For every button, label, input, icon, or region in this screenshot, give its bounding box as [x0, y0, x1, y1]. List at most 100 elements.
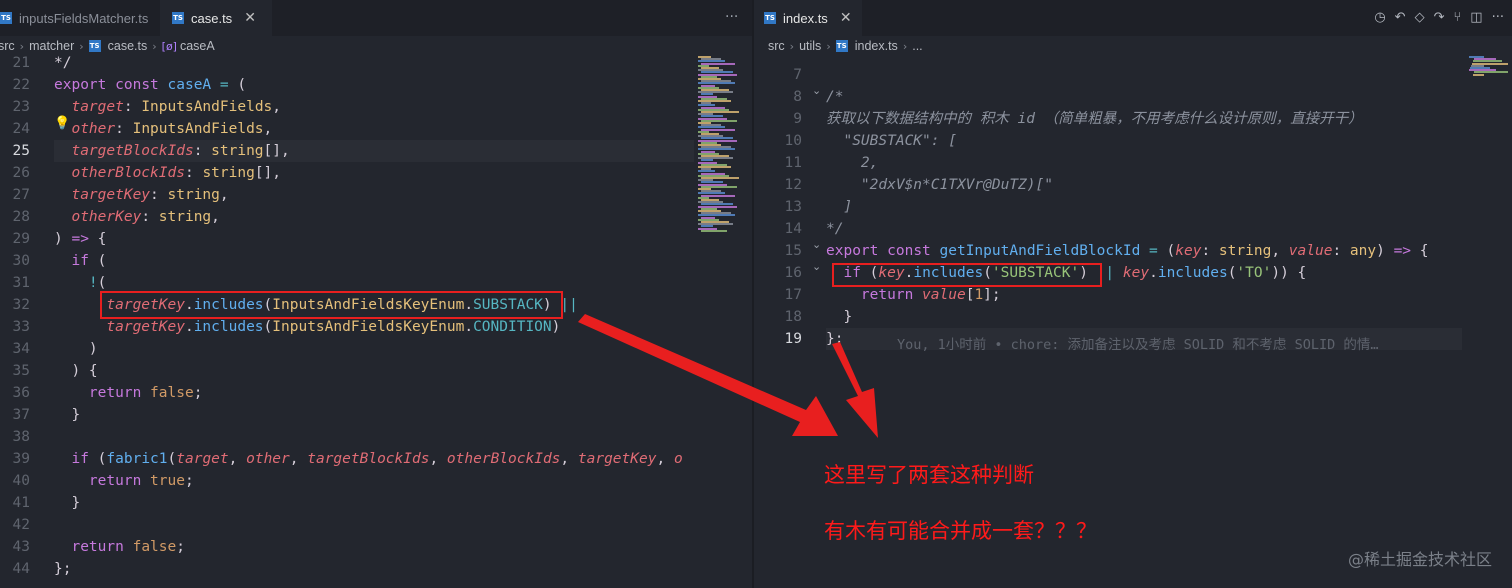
code-line[interactable]: 44}; [0, 558, 752, 580]
line-number: 17 [784, 287, 802, 303]
line-number: 14 [784, 221, 802, 237]
code-line[interactable]: 34 ) [0, 338, 752, 360]
go-back-icon[interactable]: ↶ [1395, 10, 1406, 25]
code-line[interactable]: 10 "SUBSTACK": [ [754, 130, 1512, 152]
breadcrumb-item[interactable]: src [768, 39, 785, 53]
code-line[interactable]: 15 export const getInputAndFieldBlockId =… [754, 240, 1512, 262]
code-line[interactable]: 33 targetKey.includes(InputsAndFieldsKey… [0, 316, 752, 338]
code-line[interactable]: 12 "2dxV$n*C1TXVr@DuTZ)[" [754, 174, 1512, 196]
line-number: 18 [784, 309, 802, 325]
code-line[interactable]: 35 ) { [0, 360, 752, 382]
breadcrumb-item[interactable]: src [0, 39, 15, 53]
minimap[interactable] [698, 56, 743, 236]
breadcrumb: src › utils › TS index.ts › ... [754, 36, 1512, 56]
breadcrumb-item[interactable]: ... [912, 39, 922, 53]
code-text: */ [54, 55, 72, 71]
breadcrumb-item[interactable]: case.ts [108, 39, 148, 53]
close-icon[interactable]: ✕ [244, 10, 256, 26]
code-line[interactable]: 43 return false; [0, 536, 752, 558]
code-text: if (fabric1(target, other, targetBlockId… [71, 451, 683, 467]
code-line[interactable]: 30 if ( [0, 250, 752, 272]
chevron-right-icon: › [79, 39, 84, 53]
code-line[interactable]: 40 return true; [0, 470, 752, 492]
code-line[interactable]: 8 /* [754, 86, 1512, 108]
code-text: */ [826, 221, 844, 237]
code-text: }; [54, 561, 72, 577]
git-graph-icon[interactable]: ⑂ [1453, 10, 1461, 25]
line-number: 32 [12, 297, 30, 313]
code-line[interactable]: 27 targetKey: string, [0, 184, 752, 206]
code-line[interactable]: 36 return false; [0, 382, 752, 404]
code-line[interactable]: 28 otherKey: string, [0, 206, 752, 228]
code-line[interactable]: 42 [0, 514, 752, 536]
code-text: export const getInputAndFieldBlockId = (… [826, 243, 1429, 259]
tab-index-ts[interactable]: TS index.ts ✕ [754, 0, 862, 36]
code-text: targetKey.includes(InputsAndFieldsKeyEnu… [106, 319, 561, 335]
ellipsis-icon[interactable]: ··· [725, 9, 738, 25]
circle-icon[interactable]: ◇ [1415, 10, 1425, 25]
code-line[interactable]: 22 export const caseA = ( [0, 74, 752, 96]
code-line[interactable]: 7 [754, 64, 1512, 86]
typescript-file-icon: TS [835, 40, 848, 52]
split-editor-icon[interactable]: ◫ [1470, 10, 1482, 25]
code-line[interactable]: 23 target: InputsAndFields, [0, 96, 752, 118]
code-line[interactable]: 21 */ [0, 52, 752, 74]
breadcrumb-item[interactable]: index.ts [855, 39, 898, 53]
code-text: ] [826, 199, 853, 215]
fold-chevron-icon[interactable]: ⌄ [812, 84, 821, 97]
more-actions-icon[interactable]: ··· [1492, 10, 1504, 25]
tab-inputs-fields-matcher[interactable]: TS inputsFieldsMatcher.ts [0, 0, 156, 36]
code-line[interactable]: 29) => { [0, 228, 752, 250]
code-line[interactable]: 38 [0, 426, 752, 448]
line-number: 16 [784, 265, 802, 281]
line-number: 44 [12, 561, 30, 577]
breadcrumb-item[interactable]: matcher [29, 39, 74, 53]
line-number: 39 [12, 451, 30, 467]
line-number: 43 [12, 539, 30, 555]
line-number: 26 [12, 165, 30, 181]
code-text: targetBlockIds: string[], [71, 143, 290, 159]
line-number: 38 [12, 429, 30, 445]
code-line[interactable]: 41 } [0, 492, 752, 514]
code-line[interactable]: 9 获取以下数据结构中的 积木 id （简单粗暴，不用考虑什么设计原则，直接开干） [754, 108, 1512, 130]
line-number: 23 [12, 99, 30, 115]
minimap[interactable] [1469, 56, 1509, 76]
fold-chevron-icon[interactable]: ⌄ [812, 260, 821, 273]
tab-case-ts[interactable]: TS case.ts ✕ [160, 0, 272, 36]
code-text: ) => { [54, 231, 107, 247]
code-line[interactable]: 14 */ [754, 218, 1512, 240]
fold-chevron-icon[interactable]: ⌄ [812, 238, 821, 251]
code-line[interactable]: 24 other: InputsAndFields, [0, 118, 752, 140]
line-number: 31 [12, 275, 30, 291]
code-text: } [54, 495, 81, 511]
code-line[interactable]: 26 otherBlockIds: string[], [0, 162, 752, 184]
line-number: 12 [784, 177, 802, 193]
code-line[interactable]: 11 2, [754, 152, 1512, 174]
code-text: target: InputsAndFields, [71, 99, 282, 115]
watermark: @稀土掘金技术社区 [1347, 550, 1492, 569]
line-number: 41 [12, 495, 30, 511]
code-text: } [826, 309, 853, 325]
code-text: ) { [54, 363, 98, 379]
breadcrumb-item[interactable]: caseA [180, 39, 215, 53]
code-line[interactable]: 39 if (fabric1(target, other, targetBloc… [0, 448, 752, 470]
line-number: 13 [784, 199, 802, 215]
code-line[interactable]: 25 targetBlockIds: string[], [0, 140, 752, 162]
line-number: 42 [12, 517, 30, 533]
code-text: if ( [71, 253, 107, 269]
go-forward-icon[interactable]: ↷ [1434, 10, 1445, 25]
history-icon[interactable]: ◷ [1374, 10, 1385, 25]
tab-label: inputsFieldsMatcher.ts [19, 10, 149, 26]
code-line[interactable]: 18 } [754, 306, 1512, 328]
code-line[interactable]: 37 } [0, 404, 752, 426]
close-icon[interactable]: ✕ [840, 10, 852, 26]
line-number: 22 [12, 77, 30, 93]
left-editor-pane: TS inputsFieldsMatcher.ts TS case.ts ✕ ·… [0, 0, 752, 588]
code-line[interactable]: 13 ] [754, 196, 1512, 218]
code-line[interactable]: 17 return value[1]; [754, 284, 1512, 306]
chevron-right-icon: › [19, 39, 25, 53]
line-number: 35 [12, 363, 30, 379]
breadcrumb-item[interactable]: utils [799, 39, 821, 53]
lightbulb-icon[interactable]: 💡 [54, 116, 70, 131]
code-text: 获取以下数据结构中的 积木 id （简单粗暴，不用考虑什么设计原则，直接开干） [826, 111, 1363, 127]
